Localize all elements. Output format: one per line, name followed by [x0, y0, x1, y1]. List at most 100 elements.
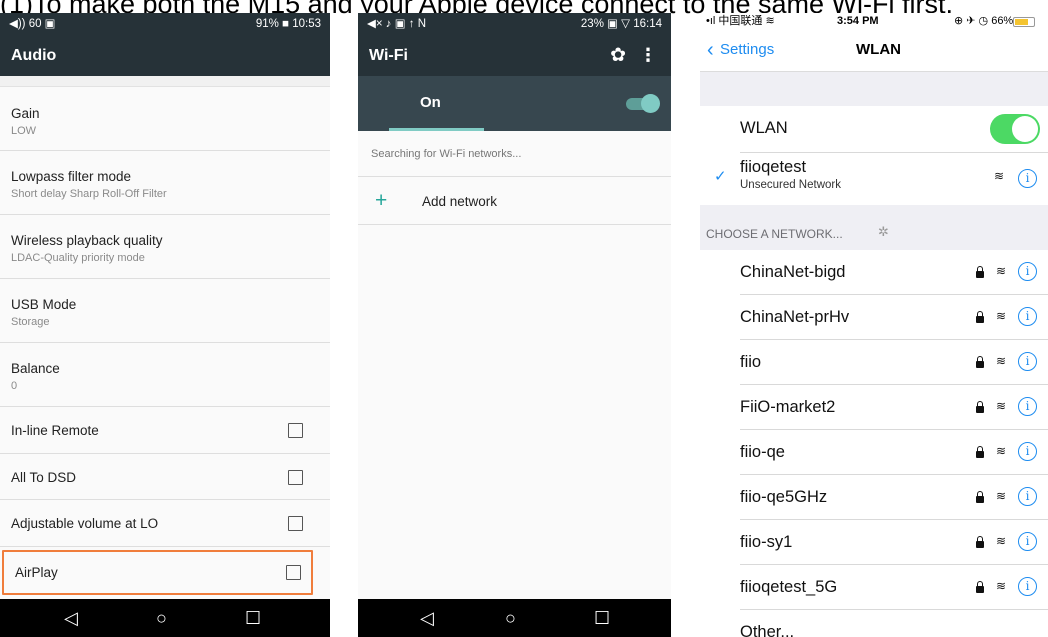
- setting-value: LOW: [11, 125, 37, 137]
- setting-title: AirPlay: [15, 565, 58, 580]
- setting-value: LDAC-Quality priority mode: [11, 252, 145, 264]
- checkbox[interactable]: [288, 423, 303, 438]
- nav-bar: ◁ ○ ☐: [358, 599, 671, 637]
- network-row[interactable]: FiiO-market2 ≋ i: [740, 385, 1048, 430]
- wifi-signal-icon: ≋: [995, 534, 1006, 548]
- network-name: fiio-qe5GHz: [740, 488, 828, 506]
- network-row[interactable]: fiio ≋ i: [740, 340, 1048, 385]
- setting-usb-mode[interactable]: USB Mode Storage: [0, 279, 330, 343]
- setting-title: Balance: [11, 361, 60, 376]
- gear-icon[interactable]: ✿: [610, 35, 626, 76]
- app-bar: Wi-Fi ✿ ⋮: [358, 35, 671, 76]
- setting-inline-remote[interactable]: In-line Remote: [0, 407, 330, 454]
- recents-icon[interactable]: ☐: [594, 608, 610, 628]
- wlan-toggle-row[interactable]: WLAN: [740, 106, 1048, 153]
- switch-label: On: [420, 94, 441, 111]
- checkbox[interactable]: [288, 516, 303, 531]
- wifi-signal-icon: ≋: [995, 399, 1006, 413]
- info-icon[interactable]: i: [1018, 532, 1037, 551]
- info-icon[interactable]: i: [1018, 262, 1037, 281]
- toggle-thumb[interactable]: [641, 94, 660, 113]
- searching-text: Searching for Wi-Fi networks...: [371, 148, 522, 160]
- nav-bar: ◁ ○ ☐: [0, 599, 330, 637]
- network-row[interactable]: fiio-qe ≋ i: [740, 430, 1048, 475]
- wifi-signal-icon: ≋: [995, 444, 1006, 458]
- network-name: ChinaNet-prHv: [740, 308, 850, 326]
- status-bar: ◀× ♪ ▣ ↑ N 23% ▣ ▽ 16:14: [358, 13, 671, 35]
- wlan-label: WLAN: [740, 119, 788, 137]
- toggle-knob: [1012, 116, 1038, 142]
- status-left: ◀× ♪ ▣ ↑ N: [367, 18, 427, 30]
- lock-icon: [976, 311, 984, 323]
- status-right: 91% ■ 10:53: [255, 18, 321, 30]
- setting-gain[interactable]: Gain LOW: [0, 88, 330, 151]
- setting-value: 0: [11, 380, 18, 392]
- recents-icon[interactable]: ☐: [245, 608, 261, 628]
- info-icon[interactable]: i: [1018, 307, 1037, 326]
- setting-adjustable-volume-lo[interactable]: Adjustable volume at LO: [0, 500, 330, 547]
- back-settings-link[interactable]: Settings: [720, 41, 774, 58]
- status-left: ◀)) 60 ▣: [9, 18, 56, 30]
- info-icon[interactable]: i: [1018, 169, 1037, 188]
- back-icon[interactable]: ◁: [64, 608, 78, 628]
- info-icon[interactable]: i: [1018, 442, 1037, 461]
- wifi-master-switch-row[interactable]: On: [358, 76, 671, 131]
- wlan-toggle[interactable]: [990, 114, 1040, 144]
- status-bar: ◀)) 60 ▣ 91% ■ 10:53: [0, 13, 330, 35]
- connected-network-row[interactable]: ✓ fiioqetest Unsecured Network ≋ i: [700, 153, 1048, 205]
- page-title: WLAN: [856, 41, 901, 58]
- network-name: fiioqetest_5G: [740, 578, 838, 596]
- add-network-row[interactable]: + Add network: [358, 177, 671, 225]
- chevron-left-icon[interactable]: ‹: [707, 39, 714, 62]
- setting-wireless-quality[interactable]: Wireless playback quality LDAC-Quality p…: [0, 215, 330, 279]
- setting-title: Wireless playback quality: [11, 233, 163, 248]
- lock-icon: [976, 491, 984, 503]
- checkbox[interactable]: [286, 565, 301, 580]
- network-name: fiio-qe: [740, 443, 785, 461]
- setting-value: Storage: [11, 316, 50, 328]
- nav-header: ‹ Settings WLAN: [700, 30, 1048, 72]
- lock-icon: [976, 536, 984, 548]
- setting-lowpass-filter[interactable]: Lowpass filter mode Short delay Sharp Ro…: [0, 151, 330, 215]
- lock-icon: [976, 581, 984, 593]
- network-row[interactable]: ChinaNet-prHv ≋ i: [740, 295, 1048, 340]
- network-row[interactable]: fiio-qe5GHz ≋ i: [740, 475, 1048, 520]
- lock-icon: [976, 356, 984, 368]
- network-row[interactable]: ChinaNet-bigd ≋ i: [740, 250, 1048, 295]
- lock-icon: [976, 266, 984, 278]
- clock-text: 3:54 PM: [837, 15, 879, 27]
- status-bar: •ıl 中国联通 ≋ 3:54 PM ⊕ ✈ ◷ 66%: [700, 13, 1048, 30]
- section-gap: [700, 72, 1048, 106]
- network-row[interactable]: fiio-sy1 ≋ i: [740, 520, 1048, 565]
- other-network-row[interactable]: Other...: [740, 610, 1048, 637]
- lock-icon: [976, 446, 984, 458]
- setting-balance[interactable]: Balance 0: [0, 343, 330, 407]
- setting-all-to-dsd[interactable]: All To DSD: [0, 454, 330, 500]
- info-icon[interactable]: i: [1018, 577, 1037, 596]
- info-icon[interactable]: i: [1018, 487, 1037, 506]
- info-icon[interactable]: i: [1018, 397, 1037, 416]
- carrier-text: •ıl 中国联通 ≋: [706, 15, 775, 27]
- back-icon[interactable]: ◁: [420, 608, 434, 628]
- status-right: 23% ▣ ▽ 16:14: [580, 18, 662, 30]
- battery-fill: [1015, 19, 1028, 25]
- wifi-signal-icon: ≋: [995, 354, 1006, 368]
- wifi-signal-icon: ≋: [995, 489, 1006, 503]
- setting-airplay[interactable]: AirPlay: [2, 550, 313, 595]
- more-options-icon[interactable]: ⋮: [639, 35, 657, 76]
- home-icon[interactable]: ○: [505, 608, 516, 628]
- network-name: fiio: [740, 353, 762, 371]
- home-icon[interactable]: ○: [156, 608, 167, 628]
- android-wifi-screen: ◀× ♪ ▣ ↑ N 23% ▣ ▽ 16:14 Wi-Fi ✿ ⋮ On Se…: [358, 13, 671, 637]
- checkmark-icon: ✓: [714, 168, 727, 185]
- network-name: fiioqetest: [740, 158, 807, 176]
- ios-wlan-screen: •ıl 中国联通 ≋ 3:54 PM ⊕ ✈ ◷ 66% ‹ Settings …: [700, 13, 1048, 637]
- page-title: Audio: [11, 47, 57, 64]
- page-title: Wi-Fi: [369, 47, 408, 64]
- setting-title: All To DSD: [11, 470, 77, 485]
- network-row[interactable]: fiioqetest_5G ≋ i: [740, 565, 1048, 610]
- setting-title: USB Mode: [11, 297, 77, 312]
- checkbox[interactable]: [288, 470, 303, 485]
- info-icon[interactable]: i: [1018, 352, 1037, 371]
- other-label: Other...: [740, 623, 795, 637]
